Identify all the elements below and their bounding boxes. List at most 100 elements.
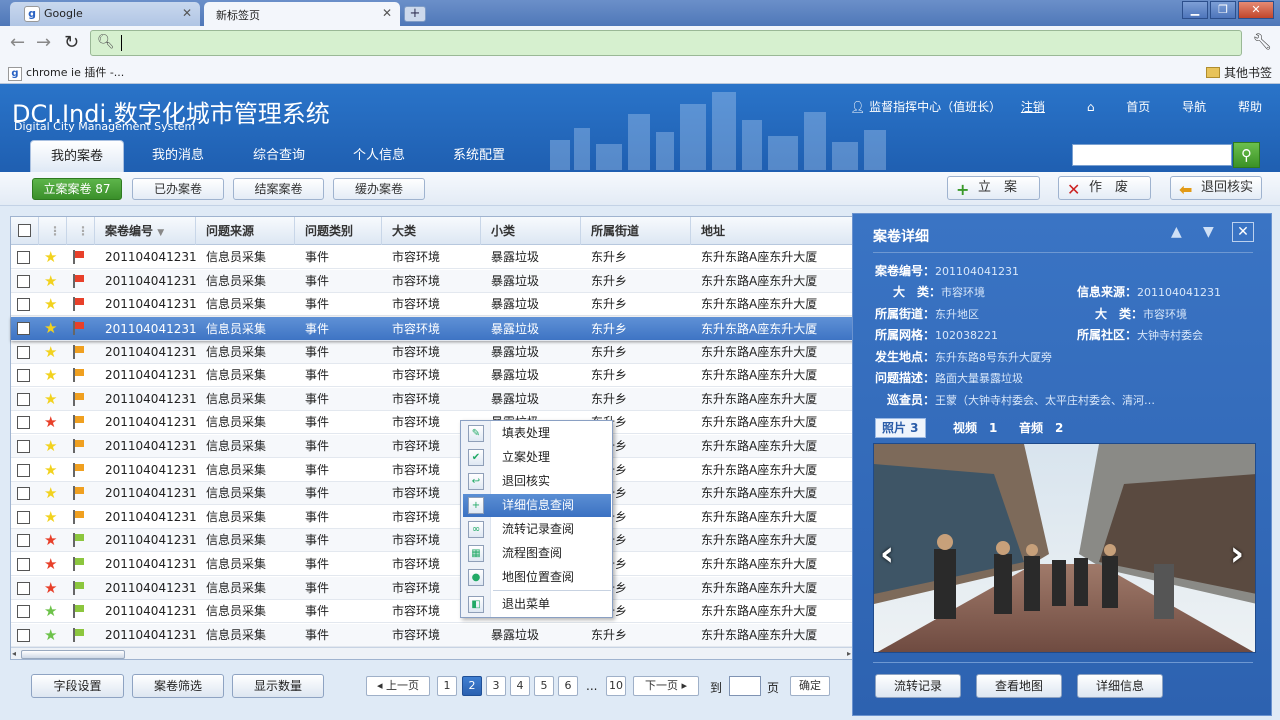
table-row[interactable]: ★201104041231信息员采集事件市容环境暴露垃圾东升乡东升东路A座东升大… [11,553,852,577]
checkbox[interactable] [18,224,31,237]
header-street[interactable]: 所属街道 [581,217,691,245]
close-window-icon[interactable]: ✕ [1238,1,1274,19]
nav-link[interactable]: 导航 [1182,100,1206,114]
checkbox[interactable] [17,464,30,477]
scroll-left-icon[interactable]: ◂ [12,649,16,658]
checkbox[interactable] [17,322,30,335]
checkbox[interactable] [17,558,30,571]
flag-icon[interactable] [73,274,84,288]
tab-comprehensive-query[interactable]: 综合查询 [230,140,328,172]
checkbox[interactable] [17,582,30,595]
page-button-current[interactable]: 2 [462,676,482,696]
table-row[interactable]: ★201104041231信息员采集事件市容环境暴露垃圾东升乡东升东路A座东升大… [11,341,852,365]
return-verify-button[interactable]: ⬅ 退回核实 [1170,176,1262,200]
flag-icon[interactable] [73,297,84,311]
table-row[interactable]: ★201104041231信息员采集事件市容环境暴露垃圾东升乡东升东路A座东升大… [11,246,852,270]
checkbox[interactable] [17,605,30,618]
tab-system-config[interactable]: 系统配置 [430,140,528,172]
flag-icon[interactable] [73,321,84,335]
header-case-id[interactable]: 案卷编号 ▼ [95,217,196,245]
table-row[interactable]: ★201104041231信息员采集事件市容环境暴露垃圾东升乡东升东路A座东升大… [11,364,852,388]
address-bar[interactable]: 🔍︎ [90,30,1242,56]
flag-icon[interactable] [73,250,84,264]
star-icon[interactable]: ★ [44,390,57,408]
display-count-button[interactable]: 显示数量 [232,674,324,698]
page-button[interactable]: 1 [437,676,457,696]
table-row[interactable]: ★201104041231信息员采集事件市容环境暴露垃圾东升乡东升东路A座东升大… [11,624,852,648]
field-settings-button[interactable]: 字段设置 [31,674,124,698]
filter-handled-cases[interactable]: 已办案卷 [132,178,224,200]
prev-page-button[interactable]: ◂ 上一页 [366,676,430,696]
reload-icon[interactable]: ↻ [64,32,79,53]
flag-icon[interactable] [73,557,84,571]
filter-closed-cases[interactable]: 结案案卷 [233,178,324,200]
detail-info-button[interactable]: 详细信息 [1077,674,1163,698]
star-icon[interactable]: ★ [44,343,57,361]
star-icon[interactable]: ★ [44,461,57,479]
tab-personal-info[interactable]: 个人信息 [330,140,428,172]
tab-photos[interactable]: 照片 3 [875,418,926,438]
flag-icon[interactable] [73,439,84,453]
arrow-down-icon[interactable]: ▼ [1203,224,1214,240]
tab-videos[interactable]: 视频 1 [953,418,997,438]
home-link[interactable]: ⌂ 首页 [1059,100,1150,114]
filter-filed-cases[interactable]: 立案案卷 87 [32,178,122,200]
star-icon[interactable]: ★ [44,248,57,266]
flag-icon[interactable] [73,604,84,618]
new-tab-button[interactable]: + [404,6,426,22]
header-category[interactable]: 问题类别 [295,217,382,245]
star-icon[interactable]: ★ [44,626,57,644]
checkbox[interactable] [17,511,30,524]
void-case-button[interactable]: ✕ 作 废 [1058,176,1151,200]
menu-return-verify[interactable]: ↩ 退回核实 [463,470,611,493]
flag-icon[interactable] [73,486,84,500]
star-icon[interactable]: ★ [44,602,57,620]
bookmark-item[interactable]: g chrome ie 插件 -... [8,64,124,81]
header-select-all[interactable] [11,217,39,245]
checkbox[interactable] [17,275,30,288]
flag-icon[interactable] [73,533,84,547]
table-row[interactable]: ★201104041231信息员采集事件市容环境暴露垃圾东升乡东升东路A座东升大… [11,482,852,506]
menu-exit[interactable]: ◧ 退出菜单 [463,593,611,616]
star-icon[interactable]: ★ [44,531,57,549]
photo-prev-icon[interactable]: ‹ [880,534,894,574]
flow-record-button[interactable]: 流转记录 [875,674,961,698]
table-row[interactable]: ★201104041231信息员采集事件市容环境暴露垃圾东升乡东升东路A座东升大… [11,577,852,601]
star-icon[interactable]: ★ [44,555,57,573]
table-row[interactable]: ★201104041231信息员采集事件市容环境暴露垃圾东升乡东升东路A座东升大… [11,459,852,483]
checkbox[interactable] [17,298,30,311]
checkbox[interactable] [17,487,30,500]
page-button[interactable]: 5 [534,676,554,696]
menu-view-flowchart[interactable]: ▦ 流程图查阅 [463,542,611,565]
header-major-class[interactable]: 大类 [382,217,481,245]
page-number-input[interactable] [729,676,761,696]
close-tab-icon[interactable]: ✕ [182,6,192,20]
minimize-icon[interactable]: ▁ [1182,1,1208,19]
table-row[interactable]: ★201104041231信息员采集事件市容环境暴露垃圾东升乡东升东路A座东升大… [11,411,852,435]
page-button[interactable]: 3 [486,676,506,696]
wrench-icon[interactable]: 🔧︎ [1252,32,1272,51]
close-panel-icon[interactable]: ✕ [1232,222,1254,242]
help-link[interactable]: 帮助 [1238,100,1262,114]
page-button[interactable]: 10 [606,676,626,696]
star-icon[interactable]: ★ [44,319,57,337]
star-icon[interactable]: ★ [44,295,57,313]
menu-view-map-location[interactable]: ● 地图位置查阅 [463,566,611,589]
menu-fill-form[interactable]: ✎ 填表处理 [463,422,611,445]
star-icon[interactable]: ★ [44,437,57,455]
close-tab-icon[interactable]: ✕ [382,6,392,20]
tab-my-cases[interactable]: 我的案卷 [30,140,124,172]
search-input[interactable] [1072,144,1232,166]
flag-icon[interactable] [73,415,84,429]
table-row[interactable]: ★201104041231信息员采集事件市容环境暴露垃圾东升乡东升东路A座东升大… [11,435,852,459]
page-button[interactable]: 4 [510,676,530,696]
flag-icon[interactable] [73,463,84,477]
checkbox[interactable] [17,440,30,453]
checkbox[interactable] [17,393,30,406]
scroll-right-icon[interactable]: ▸ [847,649,851,658]
checkbox[interactable] [17,629,30,642]
view-map-button[interactable]: 查看地图 [976,674,1062,698]
header-source[interactable]: 问题来源 [196,217,295,245]
back-icon[interactable]: ← [10,32,25,53]
menu-file-case[interactable]: ✔ 立案处理 [463,446,611,469]
